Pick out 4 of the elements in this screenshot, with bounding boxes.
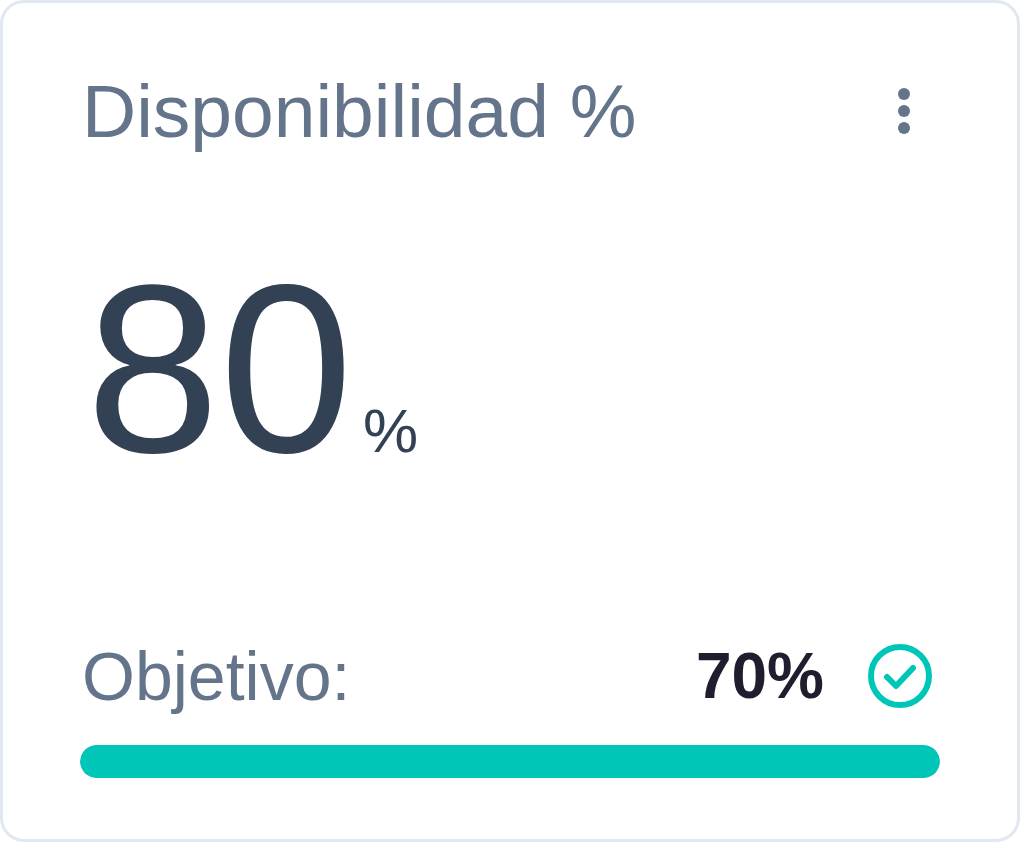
metric-unit: %	[362, 400, 419, 462]
more-options-icon[interactable]	[898, 88, 910, 134]
metric-value: 80	[86, 249, 353, 489]
target-value: 70%	[695, 644, 824, 708]
